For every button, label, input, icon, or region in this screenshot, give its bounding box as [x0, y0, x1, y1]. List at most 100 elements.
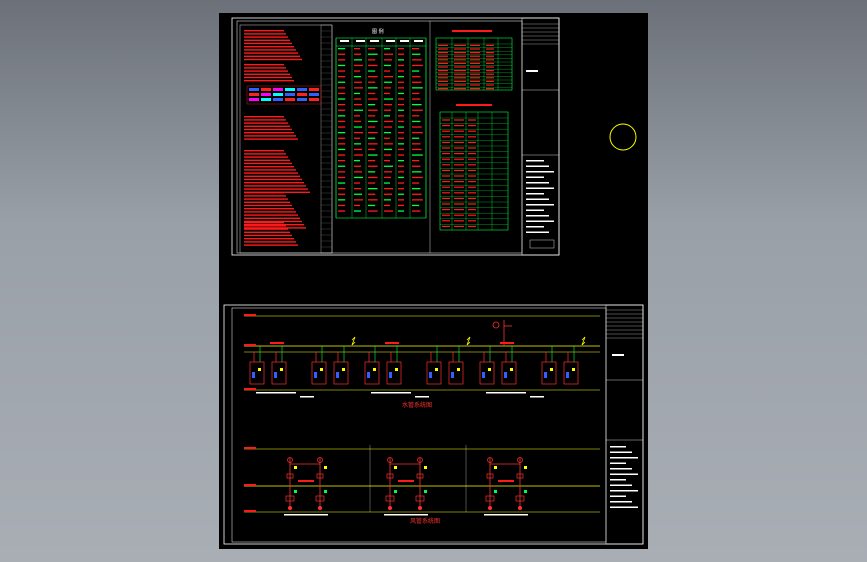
- legend-cell-text: [368, 176, 378, 179]
- legend-cell-text: [412, 126, 422, 128]
- valve-mark: [373, 368, 376, 371]
- legend-cell-text: [384, 188, 393, 190]
- legend-cell-text: [384, 176, 391, 179]
- legend-cell-text: [354, 115, 360, 117]
- title-text-line: [526, 160, 544, 162]
- legend-cell-text: [368, 98, 378, 100]
- note-text-line: [244, 128, 292, 131]
- legend-cell-text: [412, 160, 420, 162]
- legend-cell-text: [384, 59, 392, 61]
- material-cell-text: [468, 220, 476, 222]
- equipment-cell-text: [486, 80, 494, 82]
- material-cell-text: [468, 169, 476, 171]
- equipment-cell-text: [438, 88, 448, 90]
- node-mark: [394, 490, 397, 493]
- note-text-line: [244, 116, 284, 118]
- legend-cell-text: [338, 70, 346, 72]
- note-text-line: [244, 217, 300, 219]
- legend-cell-text: [354, 137, 360, 139]
- legend-cell-text: [412, 210, 421, 212]
- legend-cell-text: [384, 143, 393, 145]
- legend-cell-text: [384, 160, 390, 162]
- note-text-line: [244, 208, 294, 210]
- equipment-cell-text: [438, 66, 448, 68]
- legend-cell-text: [338, 204, 346, 207]
- equipment-cell-text: [470, 77, 480, 79]
- legend-cell-text: [398, 148, 404, 151]
- material-cell-text: [468, 158, 476, 160]
- legend-swatch: [285, 93, 295, 96]
- legend-cell-text: [338, 98, 346, 100]
- section-label: [270, 342, 284, 344]
- material-cell-text: [442, 225, 450, 227]
- note-text-line: [244, 52, 298, 54]
- legend-cell-text: [354, 59, 362, 61]
- note-text-line: [244, 195, 286, 197]
- legend-cell-text: [354, 87, 363, 89]
- note-text-line: [244, 67, 286, 69]
- material-cell-text: [468, 186, 476, 188]
- title-text-line: [526, 231, 549, 233]
- note-text-line: [244, 30, 284, 32]
- legend-cell-text: [354, 199, 363, 201]
- title-text-line: [526, 220, 554, 222]
- legend-cell-text: [412, 120, 421, 123]
- cad-drawing-canvas[interactable]: 图 例 水管系统图 风管系统图: [0, 0, 867, 562]
- note-text-line: [244, 125, 290, 127]
- node-mark: [324, 466, 327, 469]
- node-mark: [494, 466, 497, 469]
- equipment-cell-text: [486, 66, 494, 68]
- legend-cell-text: [354, 176, 363, 179]
- valve-mark: [429, 372, 432, 378]
- legend-cell-text: [384, 148, 392, 151]
- equipment-cell-text: [486, 44, 494, 46]
- material-cell-text: [454, 136, 464, 138]
- legend-cell-text: [368, 76, 378, 78]
- legend-cell-text: [354, 132, 363, 134]
- material-cell-text: [468, 225, 476, 227]
- legend-cell-text: [338, 176, 346, 179]
- node-mark: [424, 490, 427, 493]
- equipment-cell-text: [470, 44, 480, 46]
- legend-cell-text: [354, 98, 361, 100]
- annotation-text: [384, 514, 428, 516]
- legend-cell-text: [384, 81, 392, 83]
- legend-cell-text: [384, 109, 391, 111]
- material-cell-text: [454, 225, 464, 227]
- material-cell-text: [454, 175, 464, 177]
- legend-cell-text: [338, 76, 346, 78]
- legend-cell-text: [384, 193, 392, 195]
- legend-cell-text: [384, 171, 392, 173]
- equipment-cell-text: [486, 88, 494, 90]
- section-label: [500, 342, 514, 344]
- note-text-line: [244, 231, 290, 233]
- legend-cell-text: [354, 92, 360, 95]
- title-text-line: [526, 171, 554, 173]
- legend-cell-text: [412, 70, 420, 72]
- material-cell-text: [468, 192, 476, 194]
- equipment-cell-text: [454, 48, 466, 50]
- legend-cell-text: [338, 154, 346, 156]
- equipment-cell-text: [438, 77, 448, 79]
- outlet-symbol: [388, 506, 392, 510]
- legend-cell-text: [338, 132, 346, 134]
- note-text-line: [244, 135, 296, 137]
- equipment-cell-text: [470, 80, 480, 82]
- legend-cell-text: [368, 193, 376, 195]
- note-text-line: [244, 46, 294, 48]
- legend-cell-text: [368, 53, 378, 55]
- material-cell-text: [468, 147, 476, 149]
- material-cell-text: [442, 158, 450, 160]
- equipment-cell-text: [454, 66, 466, 68]
- legend-swatch: [297, 88, 307, 91]
- legend-cell-text: [398, 199, 404, 201]
- legend-swatch: [309, 93, 319, 96]
- legend-cell-text: [338, 199, 346, 201]
- valve-mark: [488, 368, 491, 371]
- material-cell-text: [468, 164, 476, 166]
- legend-swatch: [249, 93, 259, 96]
- material-cell-text: [442, 147, 450, 149]
- section-label: [385, 342, 399, 344]
- node-mark: [324, 490, 327, 493]
- equipment-cell-text: [486, 52, 494, 54]
